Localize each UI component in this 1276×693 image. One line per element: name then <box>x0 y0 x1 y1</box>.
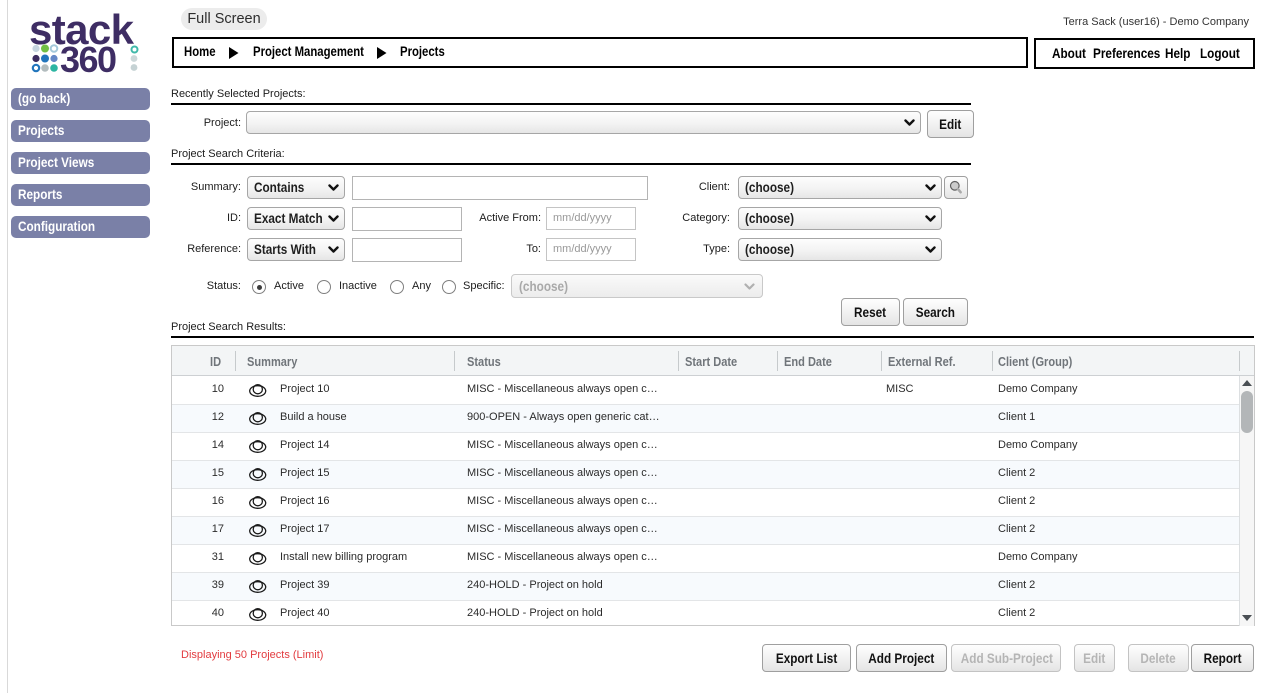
svg-text:360: 360 <box>60 39 116 78</box>
